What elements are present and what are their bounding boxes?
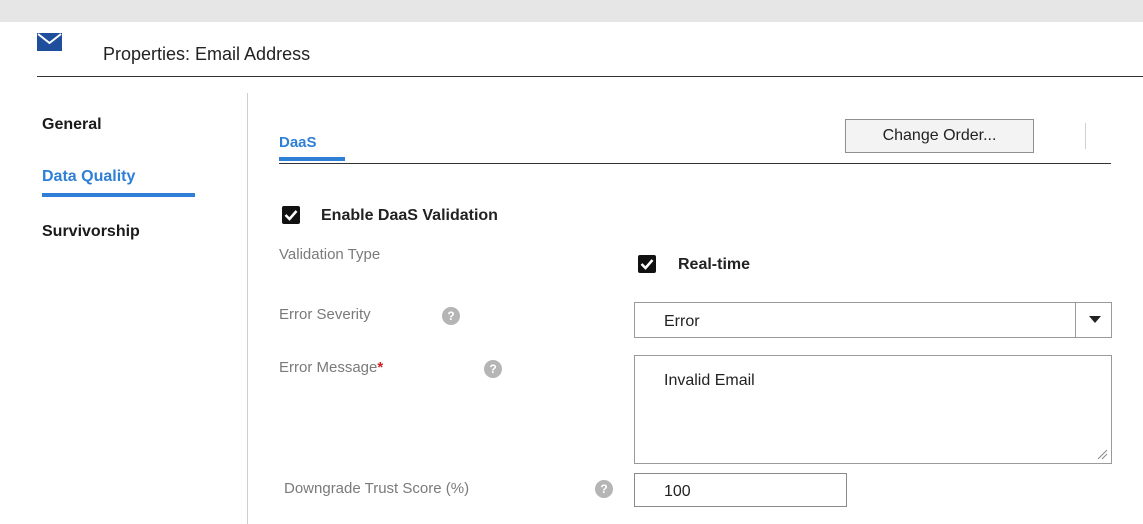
- error-message-label: Error Message*: [279, 359, 383, 376]
- error-severity-select[interactable]: Error: [634, 302, 1112, 338]
- error-severity-value: Error: [664, 313, 700, 330]
- enable-daas-checkbox[interactable]: [282, 206, 300, 224]
- change-order-label: Change Order...: [882, 127, 997, 144]
- resize-grip-icon[interactable]: [1096, 448, 1108, 460]
- downgrade-trust-score-label: Downgrade Trust Score (%): [284, 480, 470, 497]
- sidebar-divider: [247, 93, 248, 524]
- check-icon: [640, 259, 654, 270]
- error-severity-label: Error Severity: [279, 306, 371, 323]
- realtime-checkbox[interactable]: [638, 255, 656, 273]
- error-severity-help-icon[interactable]: ?: [442, 307, 460, 325]
- downgrade-trust-score-value: 100: [664, 483, 691, 500]
- sidebar-item-general[interactable]: General: [42, 116, 102, 134]
- properties-header: Properties: Email Address: [0, 22, 1143, 78]
- page-title: Properties: Email Address: [103, 44, 311, 64]
- downgrade-trust-score-help-icon[interactable]: ?: [595, 480, 613, 498]
- sidebar: General Data Quality Survivorship: [0, 78, 247, 524]
- error-message-textarea[interactable]: Invalid Email: [634, 355, 1112, 464]
- required-mark: *: [377, 359, 384, 376]
- select-divider: [1075, 303, 1076, 337]
- sidebar-item-data-quality[interactable]: Data Quality: [42, 168, 135, 186]
- validation-type-label: Validation Type: [279, 246, 381, 263]
- change-order-button[interactable]: Change Order...: [845, 119, 1034, 153]
- downgrade-trust-score-input[interactable]: 100: [634, 473, 847, 507]
- realtime-label: Real-time: [678, 256, 751, 273]
- header-divider: [37, 76, 1143, 77]
- sidebar-active-indicator: [42, 193, 195, 197]
- chevron-down-icon: [1089, 316, 1101, 323]
- enable-daas-label: Enable DaaS Validation: [321, 207, 498, 224]
- toolbar-separator: [1085, 123, 1086, 149]
- envelope-icon: [37, 33, 62, 51]
- error-message-value: Invalid Email: [664, 372, 755, 389]
- top-bar: [0, 0, 1143, 22]
- tab-active-indicator: [279, 157, 345, 161]
- error-message-help-icon[interactable]: ?: [484, 360, 502, 378]
- tab-divider: [279, 163, 1111, 164]
- check-icon: [284, 210, 298, 221]
- tab-daas[interactable]: DaaS: [279, 134, 317, 151]
- sidebar-item-survivorship[interactable]: Survivorship: [42, 223, 140, 241]
- error-message-label-text: Error Message: [279, 359, 378, 376]
